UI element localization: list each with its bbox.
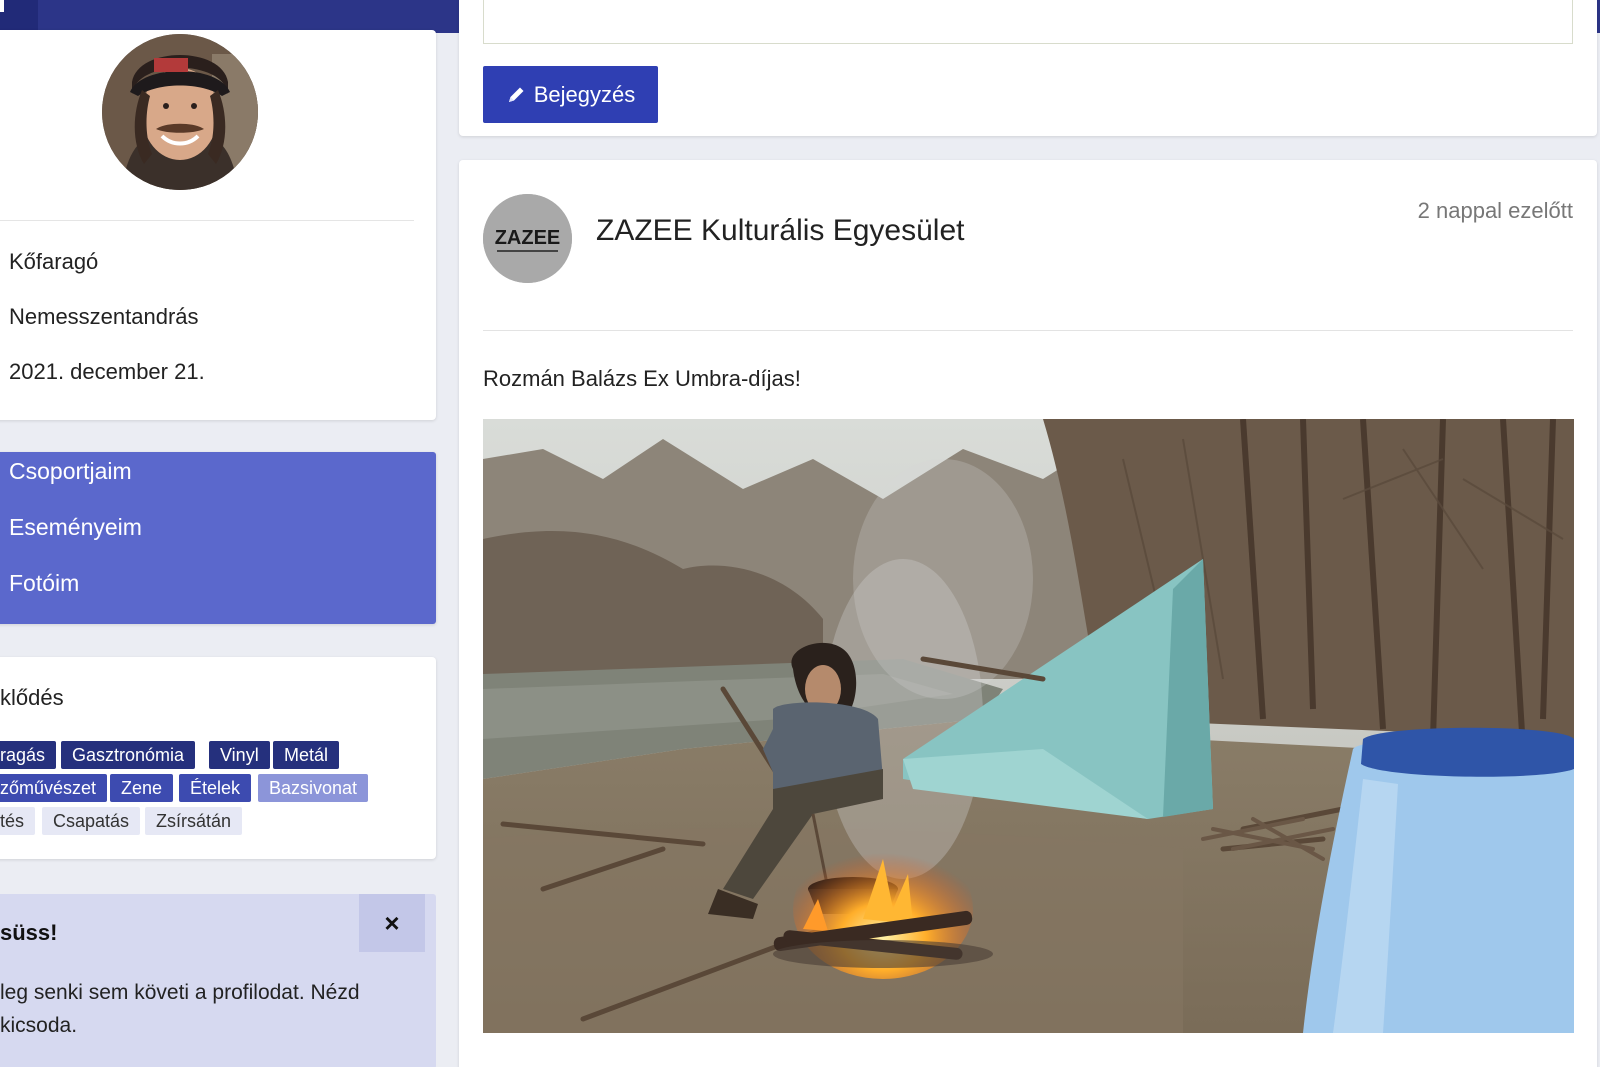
interest-tag[interactable]: Zene — [110, 774, 174, 802]
alert-body: leg senki sem követi a profilodat. Nézd … — [0, 976, 400, 1042]
profile-avatar[interactable] — [102, 34, 258, 190]
side-menu: Csoportjaim Eseményeim Fotóim — [0, 452, 436, 624]
interest-tag[interactable]: Vinyl — [209, 741, 270, 769]
interest-tag[interactable]: ragás — [0, 741, 57, 769]
post-author-name[interactable]: ZAZEE Kulturális Egyesület — [596, 214, 964, 248]
post-button-label: Bejegyzés — [533, 81, 636, 107]
interests-card: klődés ragás Gasztronómia Vinyl Metál ző… — [0, 657, 436, 859]
post-button[interactable]: Bejegyzés — [483, 66, 658, 123]
post-author-avatar[interactable]: ZAZEE — [483, 194, 572, 283]
interests-title: klődés — [0, 685, 64, 710]
profile-card: Kőfaragó Nemesszentandrás 2021. december… — [0, 30, 436, 420]
post-photo[interactable] — [483, 419, 1574, 1033]
zazee-logo-icon: ZAZEE — [495, 227, 561, 249]
interest-tag[interactable]: Csapatás — [42, 807, 141, 835]
profile-location: Nemesszentandrás — [9, 304, 199, 329]
menu-item-groups[interactable]: Csoportjaim — [9, 458, 132, 485]
alert-body-line: kicsoda. — [0, 1014, 78, 1037]
feed-post: ZAZEE ZAZEE Kulturális Egyesület 2 nappa… — [459, 160, 1597, 1067]
alert-title: süss! — [0, 920, 58, 945]
post-input[interactable] — [483, 0, 1573, 44]
close-icon[interactable]: × — [359, 894, 425, 952]
post-text: Rozmán Balázs Ex Umbra-díjas! — [483, 366, 801, 391]
profile-divider — [0, 220, 414, 221]
compose-card: Bejegyzés — [459, 0, 1597, 136]
interest-tag[interactable]: tés — [0, 807, 36, 835]
pencil-icon — [508, 87, 524, 102]
profile-date: 2021. december 21. — [9, 359, 205, 384]
interest-tag[interactable]: Ételek — [179, 774, 252, 802]
follow-alert: × süss! leg senki sem követi a profiloda… — [0, 894, 436, 1067]
interest-tag[interactable]: Zsírsátán — [145, 807, 243, 835]
menu-item-events[interactable]: Eseményeim — [9, 514, 142, 541]
profile-occupation: Kőfaragó — [9, 249, 99, 274]
interest-tag[interactable]: Bazsivonat — [258, 774, 369, 802]
menu-item-photos[interactable]: Fotóim — [9, 570, 79, 597]
alert-body-line: leg senki sem követi a profilodat. Nézd — [0, 981, 360, 1004]
post-divider — [483, 330, 1573, 331]
interest-tag[interactable]: zőművészet — [0, 774, 108, 802]
interest-tag[interactable]: Gasztronómia — [61, 741, 196, 769]
interest-tag[interactable]: Metál — [273, 741, 340, 769]
post-timestamp: 2 nappal ezelőtt — [1417, 198, 1573, 223]
navbar-logo[interactable] — [0, 0, 38, 33]
